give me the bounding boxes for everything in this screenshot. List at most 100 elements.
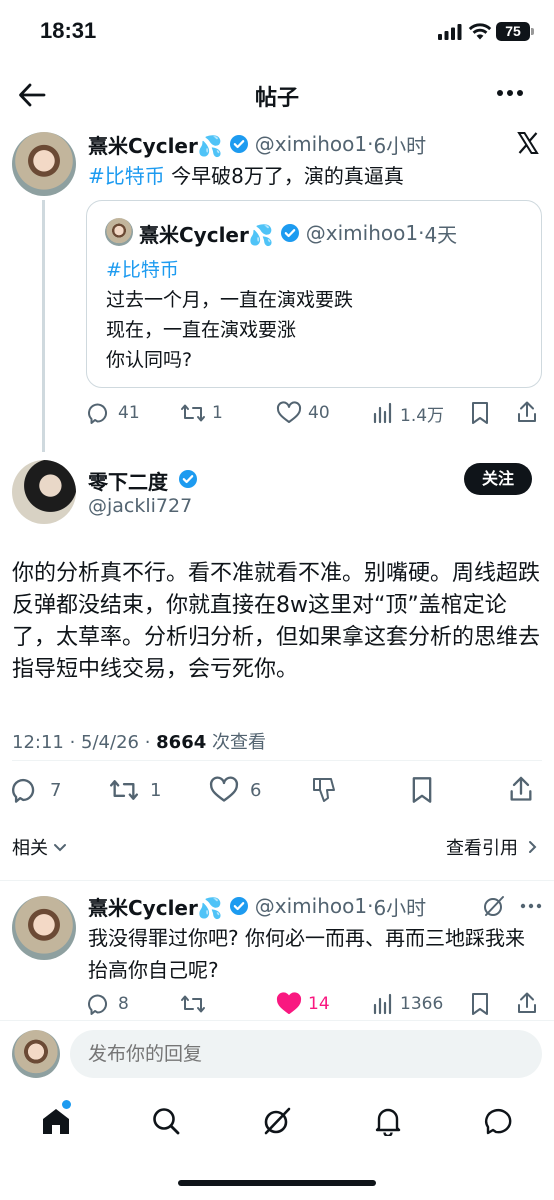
post-time[interactable]: 6小时	[373, 130, 426, 159]
share-button[interactable]	[516, 991, 538, 1015]
like-action[interactable]: 40	[276, 400, 330, 426]
post-text: 你的分析真不行。看不准就看不准。别嘴硬。周线超跌反弹都没结束，你就直接在8w这里…	[12, 561, 541, 682]
view-count: 8664	[156, 732, 207, 753]
like-count: 6	[250, 779, 262, 801]
more-icon	[497, 90, 523, 96]
bell-icon	[375, 1108, 401, 1136]
bookmark-button[interactable]	[470, 401, 490, 425]
post-header: 熹米Cycler💦 @ximihoo1 · 6小时	[88, 130, 426, 158]
share-button[interactable]	[508, 775, 534, 803]
heart-icon	[276, 401, 302, 423]
reply-action[interactable]: 8	[88, 991, 129, 1017]
verified-badge-icon	[229, 896, 249, 916]
repost-action[interactable]: 1	[108, 776, 161, 804]
status-bar: 18:31 75	[0, 0, 554, 64]
share-button[interactable]	[516, 400, 538, 424]
avatar[interactable]	[12, 460, 76, 524]
nav-notifications[interactable]	[373, 1106, 403, 1136]
reply-count: 8	[118, 994, 129, 1014]
quoted-post-text: #比特币 过去一个月，一直在演戏要跌 现在，一直在演戏要涨 你认同吗?	[106, 255, 353, 375]
author-handle[interactable]: @ximihoo1	[255, 132, 367, 156]
divider	[0, 1020, 554, 1021]
author-name[interactable]: 零下二度	[88, 466, 168, 495]
views-label: 次查看	[206, 732, 266, 753]
quoted-post-header: 熹米Cycler💦 @ximihoo1 · 4天	[139, 219, 457, 247]
nav-grok[interactable]	[262, 1106, 292, 1136]
quoted-avatar	[105, 218, 133, 246]
follow-button[interactable]: 关注	[464, 463, 532, 495]
author-handle[interactable]: @jackli727	[88, 495, 192, 517]
chevron-right-icon	[529, 841, 537, 853]
repost-icon	[181, 995, 205, 1013]
status-time: 18:31	[40, 18, 97, 43]
post-header: 熹米Cycler💦 @ximihoo1 · 6小时	[88, 892, 426, 920]
grok-icon	[264, 1107, 291, 1135]
views-icon	[373, 993, 392, 1015]
like-count: 40	[308, 403, 330, 423]
nav-messages[interactable]	[484, 1106, 514, 1136]
reply-icon	[12, 778, 35, 803]
views-action[interactable]: 1366	[372, 991, 443, 1017]
post-text: 我没得罪过你吧? 你何必一而再、再而三地踩我来抬高你自己呢?	[88, 926, 525, 982]
bookmark-button[interactable]	[470, 992, 490, 1016]
chat-bubble-icon	[485, 1108, 512, 1135]
grok-icon[interactable]	[482, 894, 506, 918]
post-text: #比特币 今早破8万了，演的真逼真	[88, 160, 404, 189]
quoted-author-name: 熹米Cycler💦	[139, 222, 274, 247]
heart-filled-icon	[276, 992, 302, 1014]
hashtag-link[interactable]: #比特币	[88, 164, 165, 188]
bookmark-button[interactable]	[410, 776, 434, 804]
related-label: 相关	[12, 838, 48, 859]
author-handle[interactable]: @ximihoo1	[255, 894, 367, 918]
post-time[interactable]: 6小时	[373, 892, 426, 921]
notification-dot	[62, 1100, 71, 1109]
share-icon	[510, 776, 532, 801]
repost-count: 1	[150, 779, 162, 801]
view-quotes-link[interactable]: 查看引用	[446, 834, 540, 860]
reply-action[interactable]: 7	[12, 776, 61, 804]
avatar[interactable]	[12, 896, 76, 960]
divider	[12, 760, 542, 761]
author-name[interactable]: 熹米Cycler💦	[88, 892, 223, 921]
dislike-button[interactable]	[310, 776, 338, 804]
author-name[interactable]: 熹米Cycler💦	[88, 130, 223, 159]
quoted-line: 你认同吗?	[106, 349, 193, 371]
nav-search[interactable]	[151, 1106, 181, 1136]
cellular-signal-icon	[438, 24, 462, 40]
views-action[interactable]: 1.4万	[372, 400, 444, 426]
reply-count: 41	[118, 403, 140, 423]
battery-icon: 75	[496, 22, 530, 41]
reply-action[interactable]: 41	[88, 400, 140, 426]
quoted-post-time: 4天	[424, 222, 458, 247]
views-icon	[373, 402, 392, 424]
like-action[interactable]: 6	[208, 776, 261, 804]
bookmark-icon	[472, 993, 488, 1015]
home-indicator	[178, 1180, 376, 1186]
nav-home[interactable]	[40, 1100, 72, 1136]
bookmark-icon	[412, 777, 432, 803]
grok-x-icon[interactable]	[516, 131, 540, 155]
search-icon	[153, 1108, 180, 1135]
verified-badge-icon	[280, 223, 300, 243]
like-action[interactable]: 14	[276, 991, 330, 1017]
repost-count: 1	[212, 403, 223, 423]
divider	[0, 880, 554, 881]
page-title: 帖子	[254, 86, 299, 111]
battery-tip	[531, 28, 534, 35]
composer-avatar	[12, 1030, 60, 1078]
more-options-button[interactable]	[496, 88, 524, 98]
repost-icon	[109, 780, 138, 800]
quoted-hashtag[interactable]: #比特币	[106, 255, 353, 285]
avatar[interactable]	[12, 132, 76, 196]
verified-badge-icon	[178, 469, 198, 489]
bookmark-icon	[472, 402, 488, 424]
related-dropdown[interactable]: 相关	[12, 834, 68, 860]
repost-action[interactable]	[180, 991, 212, 1017]
repost-action[interactable]: 1	[180, 400, 223, 426]
downvote-icon	[313, 778, 335, 802]
reply-input[interactable]	[70, 1030, 542, 1078]
quoted-post-card[interactable]: 熹米Cycler💦 @ximihoo1 · 4天 #比特币 过去一个月，一直在演…	[86, 200, 542, 388]
post-timestamp: 12:11 · 5/4/26 ·	[12, 732, 157, 753]
home-icon	[43, 1109, 69, 1134]
more-options-button[interactable]	[520, 902, 542, 910]
